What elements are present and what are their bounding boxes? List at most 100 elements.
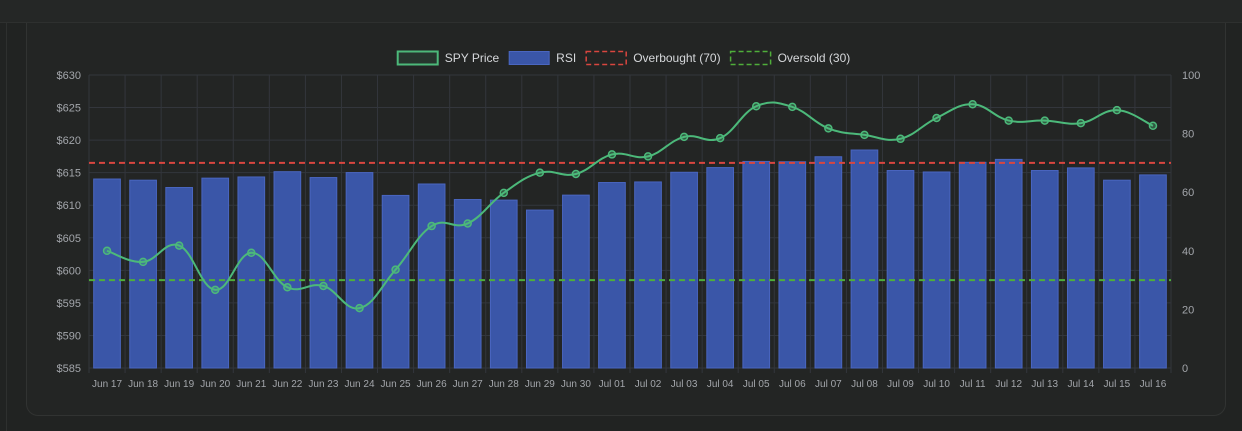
price-point[interactable]	[1148, 121, 1158, 131]
price-point[interactable]	[860, 130, 869, 140]
legend-item[interactable]: RSI	[508, 51, 576, 65]
y-axis-right: 100 80 60 40 20 0	[1182, 70, 1200, 375]
rsi-bar[interactable]	[237, 176, 266, 369]
rsi-bar[interactable]	[742, 160, 771, 369]
legend-label: RSI	[556, 51, 576, 65]
price-point[interactable]	[283, 283, 292, 292]
rsi-bar[interactable]	[417, 183, 446, 369]
rsi-price-chart: $630 $625 $620 $615 $610 $605 $600 $595 $590 $585…	[57, 50, 1200, 390]
chart-card: $630 $625 $620 $615 $610 $605 $600 $595 $590 $585…	[26, 23, 1226, 416]
rsi-bar[interactable]	[850, 149, 879, 369]
price-point[interactable]	[824, 124, 833, 133]
y-left-tick-label: $590	[57, 330, 81, 342]
rsi-bar[interactable]	[201, 177, 230, 369]
x-tick-label: Jul 02	[635, 379, 662, 390]
rsi-bar[interactable]	[562, 194, 590, 369]
rsi-bar[interactable]	[598, 182, 626, 369]
price-point[interactable]	[427, 221, 436, 231]
y-right-tick-label: 0	[1182, 363, 1188, 375]
legend-swatch	[508, 51, 550, 65]
price-point[interactable]	[1076, 118, 1086, 128]
legend-item[interactable]: Overbought (70)	[585, 50, 721, 66]
y-left-tick-label: $625	[57, 103, 81, 115]
rsi-bar[interactable]	[814, 156, 843, 369]
rsi-bar[interactable]	[670, 171, 698, 369]
x-tick-label: Jul 01	[599, 379, 626, 390]
x-tick-label: Jul 04	[707, 379, 734, 390]
y-left-tick-label: $605	[57, 233, 81, 245]
x-tick-label: Jul 05	[743, 379, 770, 390]
price-point[interactable]	[174, 241, 184, 250]
price-point[interactable]	[535, 168, 545, 177]
chart-legend[interactable]: SPY Price RSI Overbought (70) Oversold (30)	[396, 50, 851, 66]
y-right-tick-label: 20	[1182, 304, 1194, 316]
y-left-tick-label: $615	[57, 168, 81, 180]
legend-swatch	[729, 50, 772, 66]
rsi-bar[interactable]	[634, 181, 662, 369]
x-tick-label: Jul 10	[923, 379, 950, 390]
price-point[interactable]	[102, 246, 112, 256]
rsi-bar[interactable]	[489, 199, 518, 369]
rsi-bar[interactable]	[273, 171, 302, 369]
price-point[interactable]	[679, 132, 689, 142]
price-point[interactable]	[210, 285, 220, 295]
x-tick-label: Jul 06	[779, 379, 806, 390]
rsi-bar[interactable]	[93, 178, 121, 369]
legend-label: Oversold (30)	[778, 51, 851, 65]
rsi-bar[interactable]	[525, 209, 554, 369]
rsi-bar[interactable]	[1066, 167, 1095, 369]
x-tick-label: Jun 27	[453, 379, 483, 390]
price-point[interactable]	[1112, 105, 1122, 115]
price-point[interactable]	[247, 248, 256, 258]
price-point[interactable]	[715, 133, 725, 143]
rsi-bar[interactable]	[922, 171, 951, 369]
price-point[interactable]	[896, 134, 905, 144]
x-tick-label: Jun 29	[525, 379, 555, 390]
legend-item[interactable]: SPY Price	[396, 50, 500, 66]
rsi-bar[interactable]	[886, 170, 915, 369]
rsi-bar[interactable]	[706, 167, 735, 369]
rsi-bar[interactable]	[345, 172, 374, 369]
rsi-bar[interactable]	[1139, 174, 1167, 369]
price-point[interactable]	[1004, 116, 1013, 125]
price-point[interactable]	[932, 113, 941, 123]
legend-label: Overbought (70)	[633, 51, 720, 65]
rsi-bar[interactable]	[129, 179, 157, 369]
rsi-bar[interactable]	[309, 177, 338, 369]
price-point[interactable]	[1040, 116, 1050, 125]
rsi-bar[interactable]	[1103, 179, 1131, 369]
price-point[interactable]	[499, 188, 509, 198]
legend-swatch	[396, 50, 439, 66]
price-point[interactable]	[751, 102, 761, 111]
price-point[interactable]	[643, 152, 653, 161]
x-tick-label: Jul 16	[1140, 379, 1167, 390]
price-point[interactable]	[607, 150, 617, 159]
price-point[interactable]	[788, 102, 797, 112]
y-left-tick-label: $630	[57, 70, 81, 82]
x-tick-label: Jul 08	[851, 379, 878, 390]
x-tick-label: Jun 26	[417, 379, 447, 390]
side-rail	[6, 23, 7, 431]
x-tick-label: Jul 09	[887, 379, 914, 390]
legend-item[interactable]: Oversold (30)	[729, 50, 851, 66]
legend-label: SPY Price	[445, 51, 500, 65]
rsi-bar[interactable]	[994, 158, 1023, 369]
y-left-tick-label: $620	[57, 135, 81, 147]
y-left-tick-label: $595	[57, 298, 81, 310]
x-tick-label: Jul 15	[1104, 379, 1131, 390]
x-tick-label: Jul 12	[995, 379, 1022, 390]
x-tick-label: Jul 11	[960, 379, 986, 390]
price-point[interactable]	[571, 169, 581, 179]
price-point[interactable]	[391, 265, 400, 274]
price-point[interactable]	[968, 100, 977, 109]
rsi-bar[interactable]	[958, 161, 987, 369]
rsi-bar[interactable]	[778, 161, 807, 369]
price-point[interactable]	[463, 219, 472, 228]
rsi-bar[interactable]	[165, 187, 194, 369]
price-point[interactable]	[138, 257, 148, 267]
app-header-strip	[0, 0, 1242, 23]
price-point[interactable]	[319, 281, 328, 291]
x-axis: Jun 17 Jun 18 Jun 19 Jun 20 Jun 21 Jun 22 Jun …	[92, 379, 1167, 390]
price-point[interactable]	[355, 303, 364, 313]
rsi-bar[interactable]	[1030, 170, 1059, 369]
